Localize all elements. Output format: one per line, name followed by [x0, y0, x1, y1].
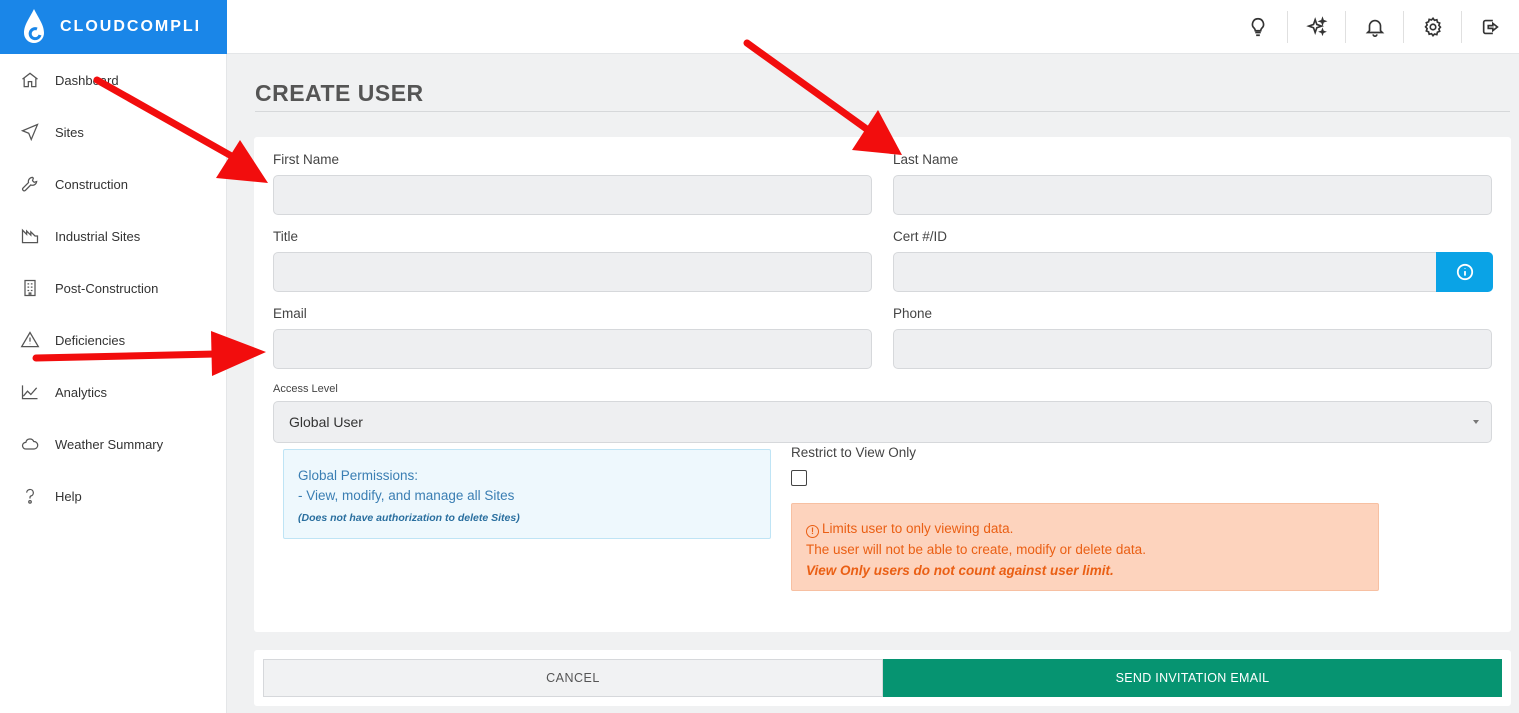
phone-label: Phone [893, 306, 933, 321]
sidebar-item-label: Analytics [55, 384, 108, 400]
lightbulb-icon[interactable] [1229, 11, 1287, 43]
building-icon [20, 278, 40, 298]
sidebar-item-label: Dashboard [55, 72, 119, 88]
cloud-icon [20, 434, 40, 454]
area-chart-icon [20, 382, 40, 402]
send-invitation-button[interactable]: SEND INVITATION EMAIL [883, 659, 1502, 697]
wrench-icon [20, 174, 40, 194]
phone-input[interactable] [893, 329, 1492, 369]
home-icon [20, 70, 40, 90]
cert-id-input[interactable] [893, 252, 1438, 292]
permissions-detail: - View, modify, and manage all Sites [298, 488, 515, 503]
title-label: Title [273, 229, 299, 244]
title-input[interactable] [273, 252, 872, 292]
sidebar-item-label: Weather Summary [55, 436, 164, 452]
sidebar-item-label: Industrial Sites [55, 228, 141, 244]
top-bar [227, 0, 1519, 54]
warning-line-2: The user will not be able to create, mod… [806, 542, 1146, 557]
cancel-button[interactable]: CANCEL [263, 659, 883, 697]
view-only-warning: ! Limits user to only viewing data. The u… [791, 503, 1379, 591]
permissions-info-box: Global Permissions: - View, modify, and … [283, 449, 771, 539]
warning-line-1: Limits user to only viewing data. [822, 521, 1014, 536]
sidebar-item-label: Construction [55, 176, 128, 192]
bell-icon[interactable] [1345, 11, 1403, 43]
cert-id-label: Cert #/ID [893, 229, 948, 244]
sidebar-item-deficiencies[interactable]: Deficiencies [0, 314, 226, 366]
sidebar-item-weather-summary[interactable]: Weather Summary [0, 418, 226, 470]
sidebar-item-label: Help [55, 488, 82, 504]
info-icon [1456, 263, 1473, 281]
brand-logo[interactable]: CLOUDCOMPLI [0, 0, 227, 54]
email-label: Email [273, 306, 307, 321]
last-name-input[interactable] [893, 175, 1492, 215]
sidebar-item-label: Deficiencies [55, 332, 126, 348]
sparkles-icon[interactable] [1287, 11, 1345, 43]
cert-info-button[interactable] [1436, 252, 1493, 292]
caret-down-icon [1473, 420, 1479, 424]
gear-icon[interactable] [1403, 11, 1461, 43]
alert-circle-icon: ! [806, 525, 819, 538]
sidebar-item-construction[interactable]: Construction [0, 158, 226, 210]
restrict-view-only-checkbox[interactable] [791, 470, 807, 486]
email-input[interactable] [273, 329, 872, 369]
navigation-icon [20, 122, 40, 142]
logout-icon[interactable] [1461, 11, 1519, 43]
sidebar-item-label: Sites [55, 124, 84, 140]
last-name-label: Last Name [893, 152, 959, 167]
access-level-value: Global User [289, 414, 363, 430]
access-level-select[interactable]: Global User [273, 401, 1492, 443]
sidebar-item-analytics[interactable]: Analytics [0, 366, 226, 418]
top-icons [1229, 0, 1519, 54]
access-level-label: Access Level [273, 383, 338, 395]
warning-icon [20, 330, 40, 350]
first-name-input[interactable] [273, 175, 872, 215]
permissions-note: (Does not have authorization to delete S… [298, 512, 520, 524]
sidebar-item-post-construction[interactable]: Post-Construction [0, 262, 226, 314]
sidebar-item-industrial-sites[interactable]: Industrial Sites [0, 210, 226, 262]
sidebar-item-sites[interactable]: Sites [0, 106, 226, 158]
sidebar-item-dashboard[interactable]: Dashboard [0, 54, 226, 106]
brand-name: CLOUDCOMPLI [60, 18, 202, 35]
droplet-logo-icon [24, 9, 44, 43]
restrict-view-only-label: Restrict to View Only [791, 445, 917, 460]
permissions-heading: Global Permissions: [298, 468, 419, 483]
page-title: CREATE USER [255, 80, 424, 106]
warning-line-3: View Only users do not count against use… [806, 563, 1114, 578]
question-icon [20, 486, 40, 506]
factory-icon [20, 226, 40, 246]
title-divider [255, 111, 1510, 112]
sidebar: Dashboard Sites Construction Industrial … [0, 54, 227, 713]
sidebar-item-label: Post-Construction [55, 280, 159, 296]
first-name-label: First Name [273, 152, 340, 167]
sidebar-item-help[interactable]: Help [0, 470, 226, 522]
